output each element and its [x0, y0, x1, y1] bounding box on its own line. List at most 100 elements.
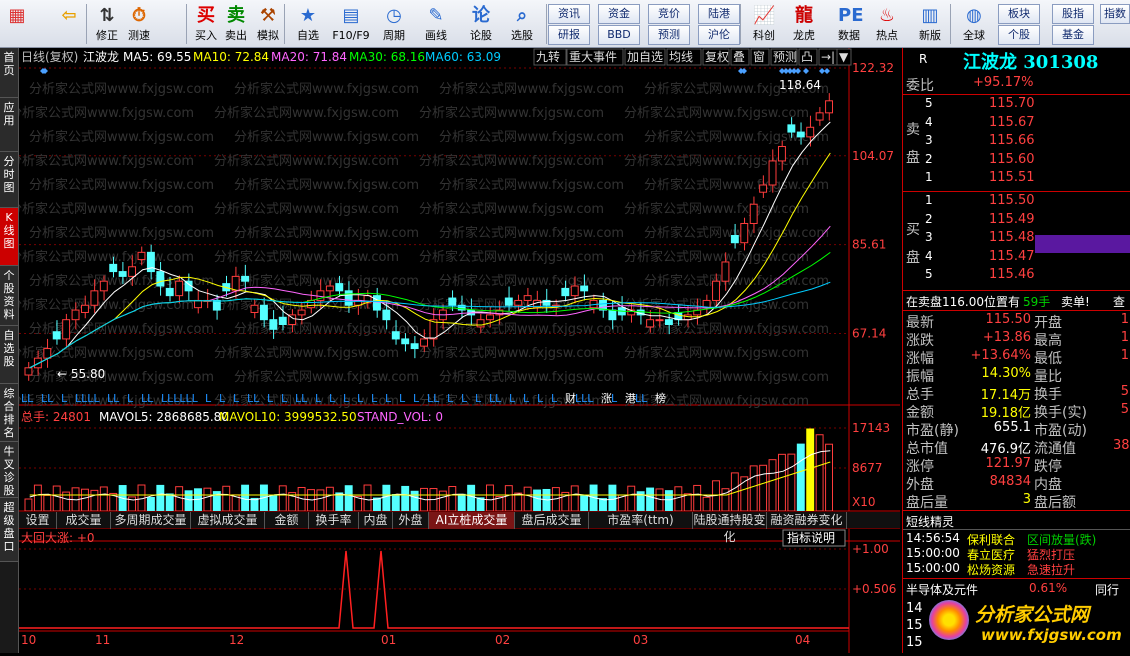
toolbar-buy-button[interactable]: 买买入: [192, 3, 220, 45]
ask-price[interactable]: 115.66: [989, 133, 1035, 148]
toolbar-pe-button[interactable]: PE 数据: [832, 3, 866, 45]
toolbar-f10-button[interactable]: ▤ F10/F9: [330, 3, 372, 45]
volume-bar: [749, 465, 758, 512]
volume-header-stand: STAND_VOL: 0: [357, 410, 443, 424]
candle-body: [796, 131, 805, 138]
sidebar-tab-8[interactable]: 超级盘口: [0, 498, 18, 562]
sprite-title[interactable]: 短线精灵: [906, 513, 954, 530]
kline-chart-area[interactable]: 122.32 104.07 85.61 67.14 分析家公式网www.fxjgsw.c…: [9, 48, 900, 653]
indicator-tab-12[interactable]: 融资融券变化: [767, 512, 847, 529]
sidebar-tab-6[interactable]: 综合排名: [0, 384, 18, 442]
watermark-text: 分析家公式网www.fxjgsw.com: [644, 369, 829, 385]
toolbar-clock-dial-button[interactable]: ◷ 周期: [376, 3, 412, 45]
toolbar-back-arrow-button[interactable]: ⇦: [54, 3, 84, 45]
stat-value: 19.18亿: [980, 406, 1031, 421]
bid-price[interactable]: 115.50: [989, 193, 1035, 208]
mini-button-7[interactable]: 沪伦: [698, 25, 740, 45]
sidebar-tab-2[interactable]: 分时图: [0, 152, 18, 208]
stat-value: 84834: [989, 474, 1031, 489]
pending-order-more[interactable]: 查: [1113, 293, 1125, 310]
f10-icon: ▤: [342, 5, 360, 26]
candle-body: [420, 338, 428, 347]
bid-level: 3: [925, 230, 933, 244]
bid-price[interactable]: 115.48: [989, 230, 1035, 245]
toolbar-discuss-button[interactable]: 论论股: [464, 3, 498, 45]
ask-price[interactable]: 115.70: [989, 96, 1035, 111]
bid-price[interactable]: 115.47: [989, 249, 1035, 264]
month-label: 04: [795, 633, 810, 647]
ask-price[interactable]: 115.51: [989, 170, 1035, 185]
toolbar-kechuang-button[interactable]: 📈 科创: [748, 3, 780, 45]
mini-button-2[interactable]: 竞价: [648, 4, 690, 24]
kline-svg[interactable]: 122.32 104.07 85.61 67.14 分析家公式网www.fxjgsw.c…: [9, 48, 900, 653]
mini-button-5[interactable]: BBD: [598, 25, 640, 45]
sidebar-tab-5[interactable]: 自选股: [0, 326, 18, 384]
indicator-axis-label: +1.00: [852, 542, 889, 556]
watermark-text: 分析家公式网www.fxjgsw.com: [624, 105, 809, 121]
indicator-tab-11[interactable]: 陆股通持股变化: [693, 512, 767, 544]
sidebar-tab-4[interactable]: 个股资料: [0, 266, 18, 326]
sidebar-tab-7[interactable]: 牛叉诊股: [0, 442, 18, 498]
sidebar-tab-3[interactable]: K线图: [0, 208, 18, 266]
indicator-tab-9[interactable]: 盘后成交量: [515, 512, 589, 529]
mini-button-3[interactable]: 陆港: [698, 4, 740, 24]
watermark-text: 分析家公式网www.fxjgsw.com: [419, 201, 604, 217]
ask-price[interactable]: 115.67: [989, 115, 1035, 130]
toolbar-globe-button[interactable]: ◍ 全球: [956, 3, 992, 45]
indicator-tab-8[interactable]: AI立桩成交量: [429, 512, 515, 529]
mini-button-0[interactable]: 资讯: [548, 4, 590, 24]
divider: [903, 191, 1130, 192]
sidebar-tab-label: 自选股: [3, 329, 15, 368]
indicator-tab-1[interactable]: 成交量: [57, 512, 111, 529]
toolbar-arrow-up-down-button[interactable]: ⇅ 修正: [92, 3, 122, 45]
indicator-tab-0[interactable]: 设置: [19, 512, 57, 529]
watermark-text: 分析家公式网www.fxjgsw.com: [439, 81, 624, 97]
mini-button-8[interactable]: 板块: [998, 4, 1040, 24]
toolbar-newversion-button[interactable]: ▥ 新版: [910, 3, 950, 45]
mini-button-4[interactable]: 研报: [548, 25, 590, 45]
sprite-time: 15:00:00: [906, 546, 960, 560]
toolbar-clock-button[interactable]: ⏱ 测速: [124, 3, 154, 45]
mini-button-10[interactable]: 指数: [1100, 4, 1130, 24]
sector-more[interactable]: 同行: [1095, 581, 1119, 598]
watermark-text: 分析家公式网www.fxjgsw.com: [29, 177, 214, 193]
volume-bar: [278, 485, 287, 512]
toolbar-pencil-button[interactable]: ✎ 画线: [418, 3, 454, 45]
bid-price[interactable]: 115.49: [989, 212, 1035, 227]
toolbar-button-label: 修正: [96, 29, 118, 42]
mini-button-6[interactable]: 预测: [648, 25, 690, 45]
toolbar-star-folder-button[interactable]: ★ 自选: [290, 3, 326, 45]
ask-price[interactable]: 115.60: [989, 152, 1035, 167]
sidebar-tab-0[interactable]: 首页: [0, 48, 18, 98]
candle-body: [806, 126, 815, 138]
indicator-tab-4[interactable]: 金额: [265, 512, 309, 529]
mini-button-13[interactable]: 基金: [1052, 25, 1094, 45]
mini-button-1[interactable]: 资金: [598, 4, 640, 24]
mini-button-12[interactable]: 个股: [998, 25, 1040, 45]
signal-marker: L: [233, 392, 240, 405]
indicator-tab-6[interactable]: 内盘: [359, 512, 393, 529]
mini-button-9[interactable]: 股指: [1052, 4, 1094, 24]
indicator-tab-10[interactable]: 市盈率(ttm): [589, 512, 693, 529]
volume-bar: [363, 484, 372, 512]
candle-body: [175, 280, 184, 297]
toolbar-dragon-button[interactable]: 龍龙虎: [786, 3, 822, 45]
volume-bar: [815, 434, 824, 512]
toolbar-sell-button[interactable]: 卖卖出: [222, 3, 250, 45]
indicator-tab-3[interactable]: 虚拟成交量: [191, 512, 265, 529]
sector-name[interactable]: 半导体及元件: [906, 581, 978, 598]
candle-body: [561, 287, 570, 297]
sidebar-tab-1[interactable]: 应用: [0, 98, 18, 152]
indicator-tab-2[interactable]: 多周期成交量: [111, 512, 191, 529]
toolbar-hot-button[interactable]: ♨ 热点: [870, 3, 904, 45]
bid-price[interactable]: 115.46: [989, 267, 1035, 282]
watermark-text: 分析家公式网www.fxjgsw.com: [214, 345, 399, 361]
toolbar-hammer-button[interactable]: ⚒ 模拟: [254, 3, 282, 45]
watermark-text: 分析家公式网www.fxjgsw.com: [419, 153, 604, 169]
candle-body: [52, 331, 61, 340]
indicator-tab-5[interactable]: 换手率: [309, 512, 359, 529]
indicator-tab-7[interactable]: 外盘: [393, 512, 429, 529]
toolbar-windows-grid-button[interactable]: ▦: [2, 3, 32, 45]
sprite-stock[interactable]: 松炀资源: [967, 561, 1015, 578]
toolbar-magnifier-chart-button[interactable]: ⌕ 选股: [502, 3, 542, 45]
